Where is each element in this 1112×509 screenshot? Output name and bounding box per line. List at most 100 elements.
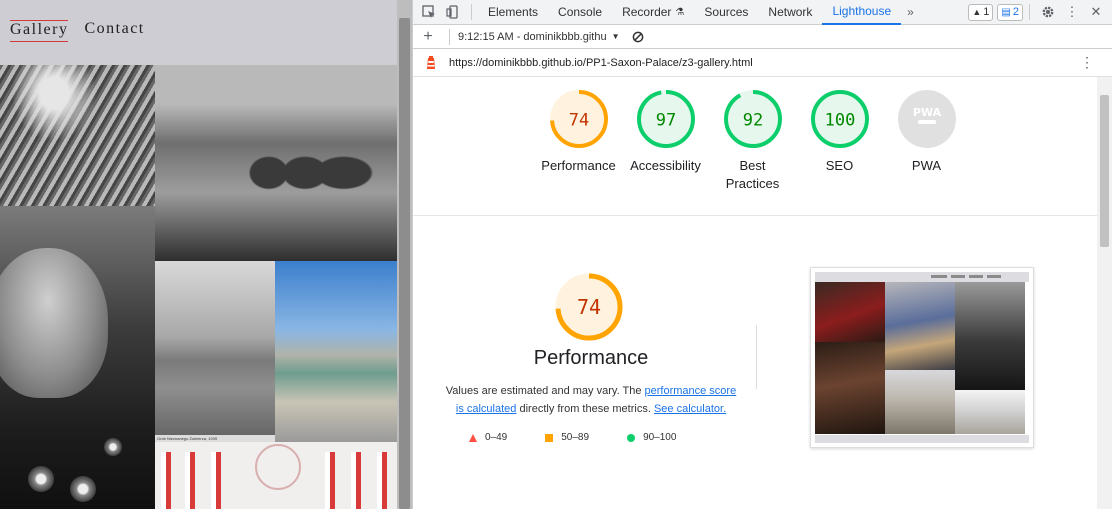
tab-lighthouse[interactable]: Lighthouse [822, 0, 902, 25]
score-ring: 97 [636, 90, 695, 148]
gauge-label: SEO [825, 158, 854, 173]
kebab-menu-icon[interactable]: ⋮ [1060, 0, 1084, 25]
screen: Gallery Contact Grób Nieznanego Żołnierz… [0, 0, 1112, 509]
medal-icon [104, 438, 122, 456]
see-calculator-link[interactable]: See calculator. [654, 403, 726, 415]
portrait-face [0, 248, 108, 398]
inspect-element-icon[interactable] [417, 0, 441, 25]
performance-description: Values are estimated and may vary. The p… [441, 382, 741, 418]
gallery-photo-square-modern[interactable] [275, 261, 397, 442]
gauge-label: Accessibility [630, 158, 701, 173]
warning-triangle-icon: ▲ [972, 7, 982, 17]
gauge-label: Best Practices [725, 158, 780, 191]
score-ring: 92 [723, 90, 782, 148]
performance-score-ring: 74 [555, 273, 623, 341]
eagle-emblem-icon [255, 444, 301, 490]
nav-link-gallery[interactable]: Gallery [10, 20, 69, 42]
flask-icon: ⚗ [675, 6, 685, 18]
legend-pass: 90–100 [627, 432, 676, 443]
score-legend: 0–49 50–89 90–100 [469, 432, 714, 443]
page-scrollbar-thumb[interactable] [399, 18, 410, 509]
gallery-photo-square-historic[interactable]: Grób Nieznanego Żołnierza, 1939 [155, 261, 275, 442]
messages-count: 2 [1012, 6, 1019, 18]
devtools-tabbar: Elements Console Recorder ⚗ Sources Netw… [413, 0, 1112, 25]
legend-fail: 0–49 [469, 432, 507, 443]
report-scrollbar[interactable] [1097, 77, 1112, 509]
thumbnail-photo [885, 282, 955, 370]
legend-range: 0–49 [485, 432, 508, 443]
flag [161, 452, 171, 509]
report-url-bar: https://dominikbbb.github.io/PP1-Saxon-P… [413, 49, 1112, 77]
toolbar-separator [449, 28, 450, 45]
chevron-down-icon: ▼ [611, 32, 620, 41]
lighthouse-toolbar: + 9:12:15 AM - dominikbbb.githu ▼ [413, 25, 1112, 49]
triangle-icon [469, 433, 477, 442]
warnings-badge[interactable]: ▲ 1 [968, 3, 994, 21]
performance-heading: Performance [533, 347, 649, 369]
nav-link-contact[interactable]: Contact [84, 20, 144, 42]
report-scrollbar-thumb[interactable] [1100, 95, 1109, 247]
flag [377, 452, 387, 509]
score-ring: 100 [810, 90, 869, 148]
devtools-panel: Elements Console Recorder ⚗ Sources Netw… [412, 0, 1112, 509]
device-toolbar-icon[interactable] [441, 0, 465, 25]
more-tabs-button[interactable]: » [901, 5, 920, 19]
close-icon[interactable]: ✕ [1084, 0, 1108, 25]
svg-text:PWA: PWA [912, 106, 941, 119]
photo-caption: Grób Nieznanego Żołnierza, 1939 [155, 435, 275, 442]
messages-badge[interactable]: ▤ 2 [997, 3, 1023, 21]
section-divider [413, 215, 1097, 216]
svg-text:92: 92 [742, 111, 762, 131]
tab-network[interactable]: Network [758, 0, 822, 25]
toolbar-separator [1029, 4, 1030, 20]
report-menu-icon[interactable]: ⋮ [1080, 55, 1094, 69]
score-gauges: 74 Performance 97 Accessibility 92 Best … [535, 89, 970, 193]
legend-range: 50–89 [561, 432, 590, 443]
tab-elements[interactable]: Elements [478, 0, 548, 25]
gauge-performance[interactable]: 74 Performance [535, 89, 622, 193]
flag [185, 452, 195, 509]
vertical-divider [756, 325, 757, 389]
gauge-accessibility[interactable]: 97 Accessibility [622, 89, 709, 193]
gauge-best-practices[interactable]: 92 Best Practices [709, 89, 796, 193]
gauge-pwa[interactable]: PWA PWA [883, 89, 970, 193]
gauge-label: PWA [911, 158, 942, 173]
desc-text: directly from these metrics. [516, 403, 654, 415]
site-nav: Gallery Contact [10, 20, 145, 42]
gallery-photo-city-aerial[interactable] [0, 65, 155, 206]
flag [325, 452, 335, 509]
thumbnail-nav [815, 272, 1029, 282]
lighthouse-report: 74 Performance 97 Accessibility 92 Best … [413, 77, 1097, 509]
thumbnail-footer [815, 435, 1029, 443]
gear-icon[interactable] [1036, 0, 1060, 25]
toolbar-separator [471, 4, 472, 20]
svg-text:100: 100 [824, 111, 855, 131]
warnings-count: 1 [983, 6, 990, 18]
thumbnail-photo [955, 390, 1025, 434]
final-screenshot-thumbnail[interactable] [810, 267, 1034, 448]
gauge-seo[interactable]: 100 SEO [796, 89, 883, 193]
tab-recorder[interactable]: Recorder ⚗ [612, 0, 694, 25]
svg-text:97: 97 [655, 111, 675, 131]
lighthouse-icon [425, 55, 437, 70]
clear-reports-icon[interactable] [626, 24, 650, 49]
report-url[interactable]: https://dominikbbb.github.io/PP1-Saxon-P… [449, 57, 753, 69]
legend-average: 50–89 [545, 432, 589, 443]
gallery-photo-general-portrait[interactable] [0, 206, 155, 509]
new-report-button[interactable]: + [413, 24, 443, 49]
gallery-photo-flags[interactable] [155, 442, 397, 509]
thumbnail-photo [885, 370, 955, 434]
report-selector[interactable]: 9:12:15 AM - dominikbbb.githu ▼ [458, 31, 620, 43]
medal-icon [70, 476, 96, 502]
pwa-badge-icon: PWA [897, 90, 956, 148]
score-ring: 74 [549, 90, 608, 148]
thumbnail-photo [815, 282, 885, 342]
thumbnail-photo [815, 342, 885, 434]
legend-range: 90–100 [643, 432, 677, 443]
gallery-photo-palace-ruins[interactable] [155, 65, 397, 261]
tab-sources[interactable]: Sources [694, 0, 758, 25]
tab-console[interactable]: Console [548, 0, 612, 25]
flag [211, 452, 221, 509]
tab-recorder-label: Recorder [622, 5, 672, 19]
page-scrollbar[interactable] [397, 0, 412, 509]
